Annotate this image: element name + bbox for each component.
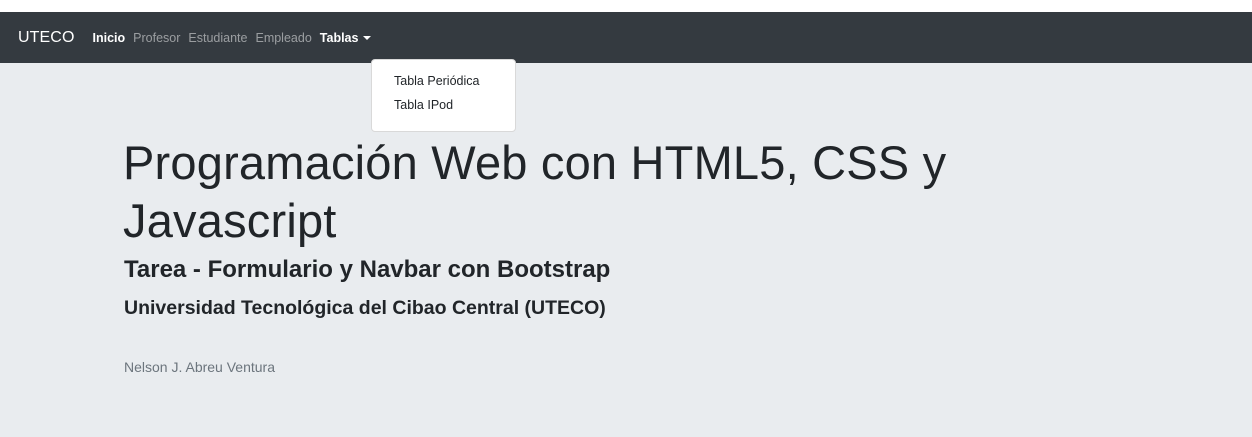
jumbotron: Programación Web con HTML5, CSS y Javasc…	[0, 63, 1252, 437]
nav-dropdown-tablas-label: Tablas	[319, 30, 359, 45]
nav-list: Inicio Profesor Estudiante Empleado Tabl…	[93, 31, 380, 45]
page: UTECO Inicio Profesor Estudiante Emplead…	[0, 0, 1252, 437]
navbar: UTECO Inicio Profesor Estudiante Emplead…	[0, 12, 1252, 63]
author-name: Nelson J. Abreu Ventura	[124, 359, 275, 375]
nav-link-profesor[interactable]: Profesor	[133, 31, 180, 45]
dropdown-item-tabla-ipod[interactable]: Tabla IPod	[372, 93, 515, 117]
institution-name: Universidad Tecnológica del Cibao Centra…	[124, 297, 606, 319]
page-title: Programación Web con HTML5, CSS y Javasc…	[123, 136, 947, 247]
dropdown-item-tabla-periodica[interactable]: Tabla Periódica	[372, 69, 515, 93]
nav-link-empleado[interactable]: Empleado	[255, 31, 311, 45]
brand-link[interactable]: UTECO	[18, 29, 75, 47]
nav-dropdown-tablas[interactable]: Tablas	[320, 31, 372, 45]
caret-down-icon	[363, 35, 372, 40]
tablas-dropdown-menu: Tabla Periódica Tabla IPod	[371, 59, 516, 132]
nav-link-estudiante[interactable]: Estudiante	[188, 31, 247, 45]
nav-link-inicio[interactable]: Inicio	[93, 31, 126, 45]
assignment-subtitle: Tarea - Formulario y Navbar con Bootstra…	[124, 256, 611, 283]
